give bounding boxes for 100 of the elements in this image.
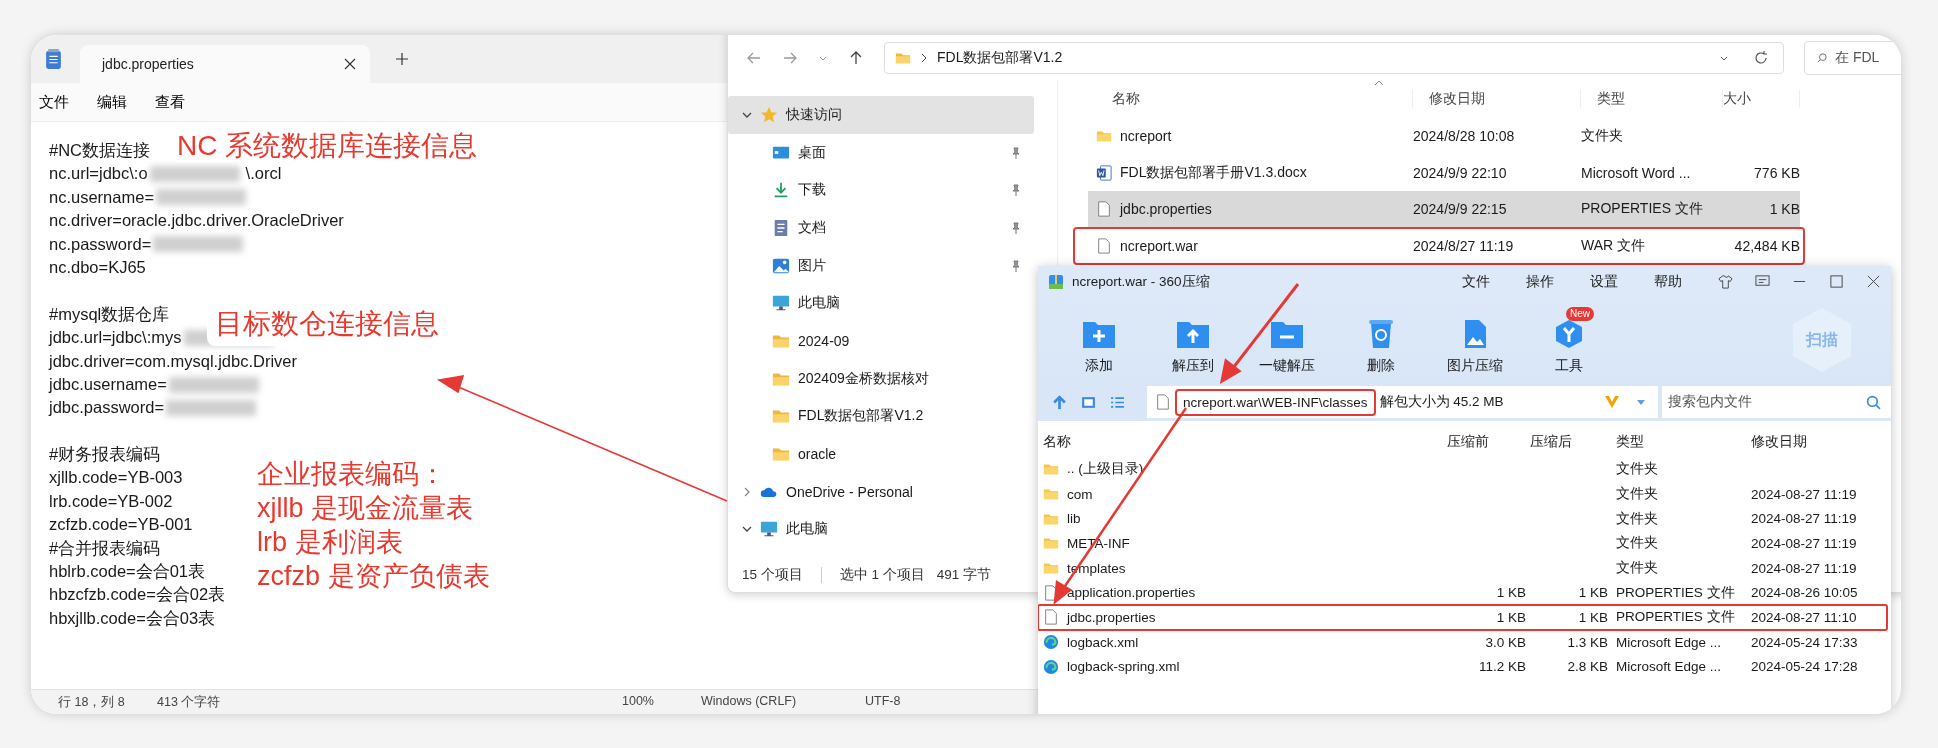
file-row[interactable]: FDL数据包部署手册V1.3.docx 2024/9/9 22:10 Microsoft Word ... 776 KB (1088, 154, 1800, 192)
list-view-icon[interactable] (1110, 394, 1125, 410)
picture-icon (772, 256, 790, 275)
refresh-icon[interactable] (1753, 50, 1769, 66)
menu-item[interactable]: 帮助 (1654, 272, 1682, 291)
pin-icon[interactable] (1010, 259, 1022, 272)
dropdown-icon[interactable] (1635, 397, 1646, 407)
up-arrow-icon[interactable] (848, 50, 864, 66)
column-header[interactable]: 类型 (1616, 433, 1751, 451)
column-header[interactable]: 名称 (1043, 433, 1441, 451)
file-row[interactable]: ncreport 2024/8/28 10:08 文件夹 (1088, 118, 1800, 155)
nav-item[interactable]: 此电脑 (728, 284, 1034, 323)
column-header[interactable]: 修改日期 (1751, 433, 1881, 451)
menu-item[interactable]: 编辑 (97, 88, 127, 116)
forward-arrow-icon[interactable] (782, 50, 798, 66)
code-line: lrb.code=YB-002 (49, 490, 173, 512)
status-text: 100% (622, 694, 654, 708)
file-type: 文件夹 (1616, 510, 1658, 526)
web-file-icon (1043, 658, 1059, 675)
file-tab[interactable]: jdbc.properties (80, 45, 370, 83)
back-arrow-icon[interactable] (746, 50, 762, 66)
code-line: nc.driver=oracle.jdbc.driver.OracleDriver (49, 210, 344, 232)
file-row[interactable]: logback.xml 3.0 KB 1.3 KB Microsoft Edge ... 2024-05-24 17:33 (1038, 629, 1887, 655)
column-header[interactable]: 大小 (1723, 90, 1800, 108)
nav-item[interactable]: 图片 (728, 246, 1034, 285)
column-header[interactable]: 压缩前 (1441, 433, 1526, 451)
toolbar-button[interactable]: 图片压缩 (1444, 305, 1506, 375)
chevron-right-icon[interactable] (742, 486, 752, 497)
file-row[interactable]: com 文件夹 2024-08-27 11:19 (1038, 481, 1887, 507)
file-type: 文件夹 (1581, 127, 1624, 146)
thumbnail-view-icon[interactable] (1081, 394, 1096, 410)
file-name: jdbc.properties (1120, 201, 1212, 218)
file-row[interactable]: ncreport.war 2024/8/27 11:19 WAR 文件 42,484 KB (1074, 227, 1804, 265)
menu-item[interactable]: 文件 (1462, 272, 1490, 291)
file-row[interactable]: application.properties 1 KB 1 KB PROPERTIES 文件 2024-08-26 10:05 (1038, 580, 1887, 606)
file-type: PROPERTIES 文件 (1616, 584, 1735, 600)
column-header[interactable]: 类型 (1581, 90, 1723, 108)
column-header[interactable]: 压缩后 (1526, 433, 1608, 451)
file-date: 2024-08-27 11:19 (1751, 511, 1857, 527)
menu-item[interactable]: 设置 (1590, 272, 1618, 291)
shirt-icon[interactable] (1718, 274, 1733, 289)
file-date: 2024-08-27 11:10 (1751, 609, 1857, 625)
folder-upload-icon (1176, 319, 1210, 349)
nav-item[interactable]: 快速访问 (728, 96, 1034, 134)
menu-item[interactable]: 查看 (155, 88, 185, 116)
code-line: nc.dbo=KJ65 (49, 256, 146, 278)
file-row[interactable]: logback-spring.xml 11.2 KB 2.8 KB Microsoft Edge ... 2024-05-24 17:28 (1038, 654, 1887, 680)
code-line: jdbc.url=jdbc\:mys (49, 327, 182, 349)
file-type: PROPERTIES 文件 (1616, 609, 1735, 625)
nav-item[interactable]: 文档 (728, 209, 1034, 247)
archive-app-icon (1048, 273, 1064, 290)
nav-item[interactable]: 2024-09 (728, 322, 1034, 360)
toolbar-button[interactable]: 删除 (1350, 305, 1412, 375)
file-row[interactable]: lib 文件夹 2024-08-27 11:19 (1038, 506, 1887, 532)
chat-icon[interactable] (1755, 274, 1770, 289)
address-bar[interactable]: FDL数据包部署V1.2 (884, 42, 1784, 74)
file-name: com (1067, 486, 1093, 502)
column-header[interactable]: 修改日期 (1413, 90, 1581, 108)
file-type: 文件夹 (1616, 560, 1658, 576)
file-name: logback.xml (1067, 634, 1139, 650)
status-text: 15 个项目 (742, 566, 803, 584)
code-line: xjllb.code=YB-003 (49, 467, 183, 489)
file-row[interactable]: jdbc.properties 1 KB 1 KB PROPERTIES 文件 2024-08-27 11:10 (1038, 605, 1887, 630)
file-icon (1043, 609, 1059, 626)
nav-item[interactable]: 202409金桥数据核对 (728, 359, 1034, 398)
nav-item[interactable]: OneDrive - Personal (728, 472, 1034, 511)
path-field[interactable]: ncreport.war\WEB-INF\classes 解包大小为 45.2 MB (1147, 386, 1658, 418)
code-line: nc.password= (49, 233, 152, 255)
file-name: ncreport (1120, 128, 1172, 145)
file-name: application.properties (1067, 585, 1196, 601)
search-field[interactable]: 在 FDL (1804, 41, 1901, 75)
toolbar-button[interactable]: 解压到 (1162, 305, 1224, 375)
plus-icon[interactable] (396, 53, 408, 65)
nav-item[interactable]: oracle (728, 435, 1034, 473)
nav-item[interactable]: FDL数据包部署V1.2 (728, 397, 1034, 436)
address-text: FDL数据包部署V1.2 (937, 49, 1063, 67)
toolbar-button[interactable]: 一键解压 (1256, 305, 1318, 375)
nav-item[interactable]: 下载 (728, 171, 1034, 210)
search-icon (1817, 53, 1827, 63)
file-type: 文件夹 (1616, 535, 1658, 551)
pin-icon[interactable] (1010, 184, 1022, 197)
pin-icon[interactable] (1010, 221, 1022, 234)
pin-icon[interactable] (1010, 146, 1022, 159)
file-size: 776 KB (1753, 164, 1800, 181)
maximize-icon[interactable] (1829, 274, 1844, 289)
column-header[interactable]: 名称 (1096, 90, 1413, 108)
download-icon (772, 181, 790, 200)
toolbar-button[interactable]: New 工具 (1538, 305, 1600, 375)
menu-item[interactable]: 操作 (1526, 272, 1554, 291)
nav-item[interactable]: 桌面 (728, 133, 1034, 172)
code-line: #mysql数据仓库 (49, 303, 170, 325)
close-icon[interactable] (1866, 274, 1881, 289)
nav-item[interactable]: 此电脑 (728, 510, 1034, 549)
file-size: 42,484 KB (1733, 238, 1800, 255)
toolbar-button[interactable]: 添加 (1068, 305, 1130, 375)
computer-icon (772, 294, 790, 313)
file-row[interactable]: jdbc.properties 2024/9/9 22:15 PROPERTIES 文件 1 KB (1088, 191, 1800, 228)
close-icon[interactable] (344, 58, 356, 70)
search-field[interactable]: 搜索包内文件 (1661, 386, 1891, 418)
menu-item[interactable]: 文件 (39, 88, 69, 116)
